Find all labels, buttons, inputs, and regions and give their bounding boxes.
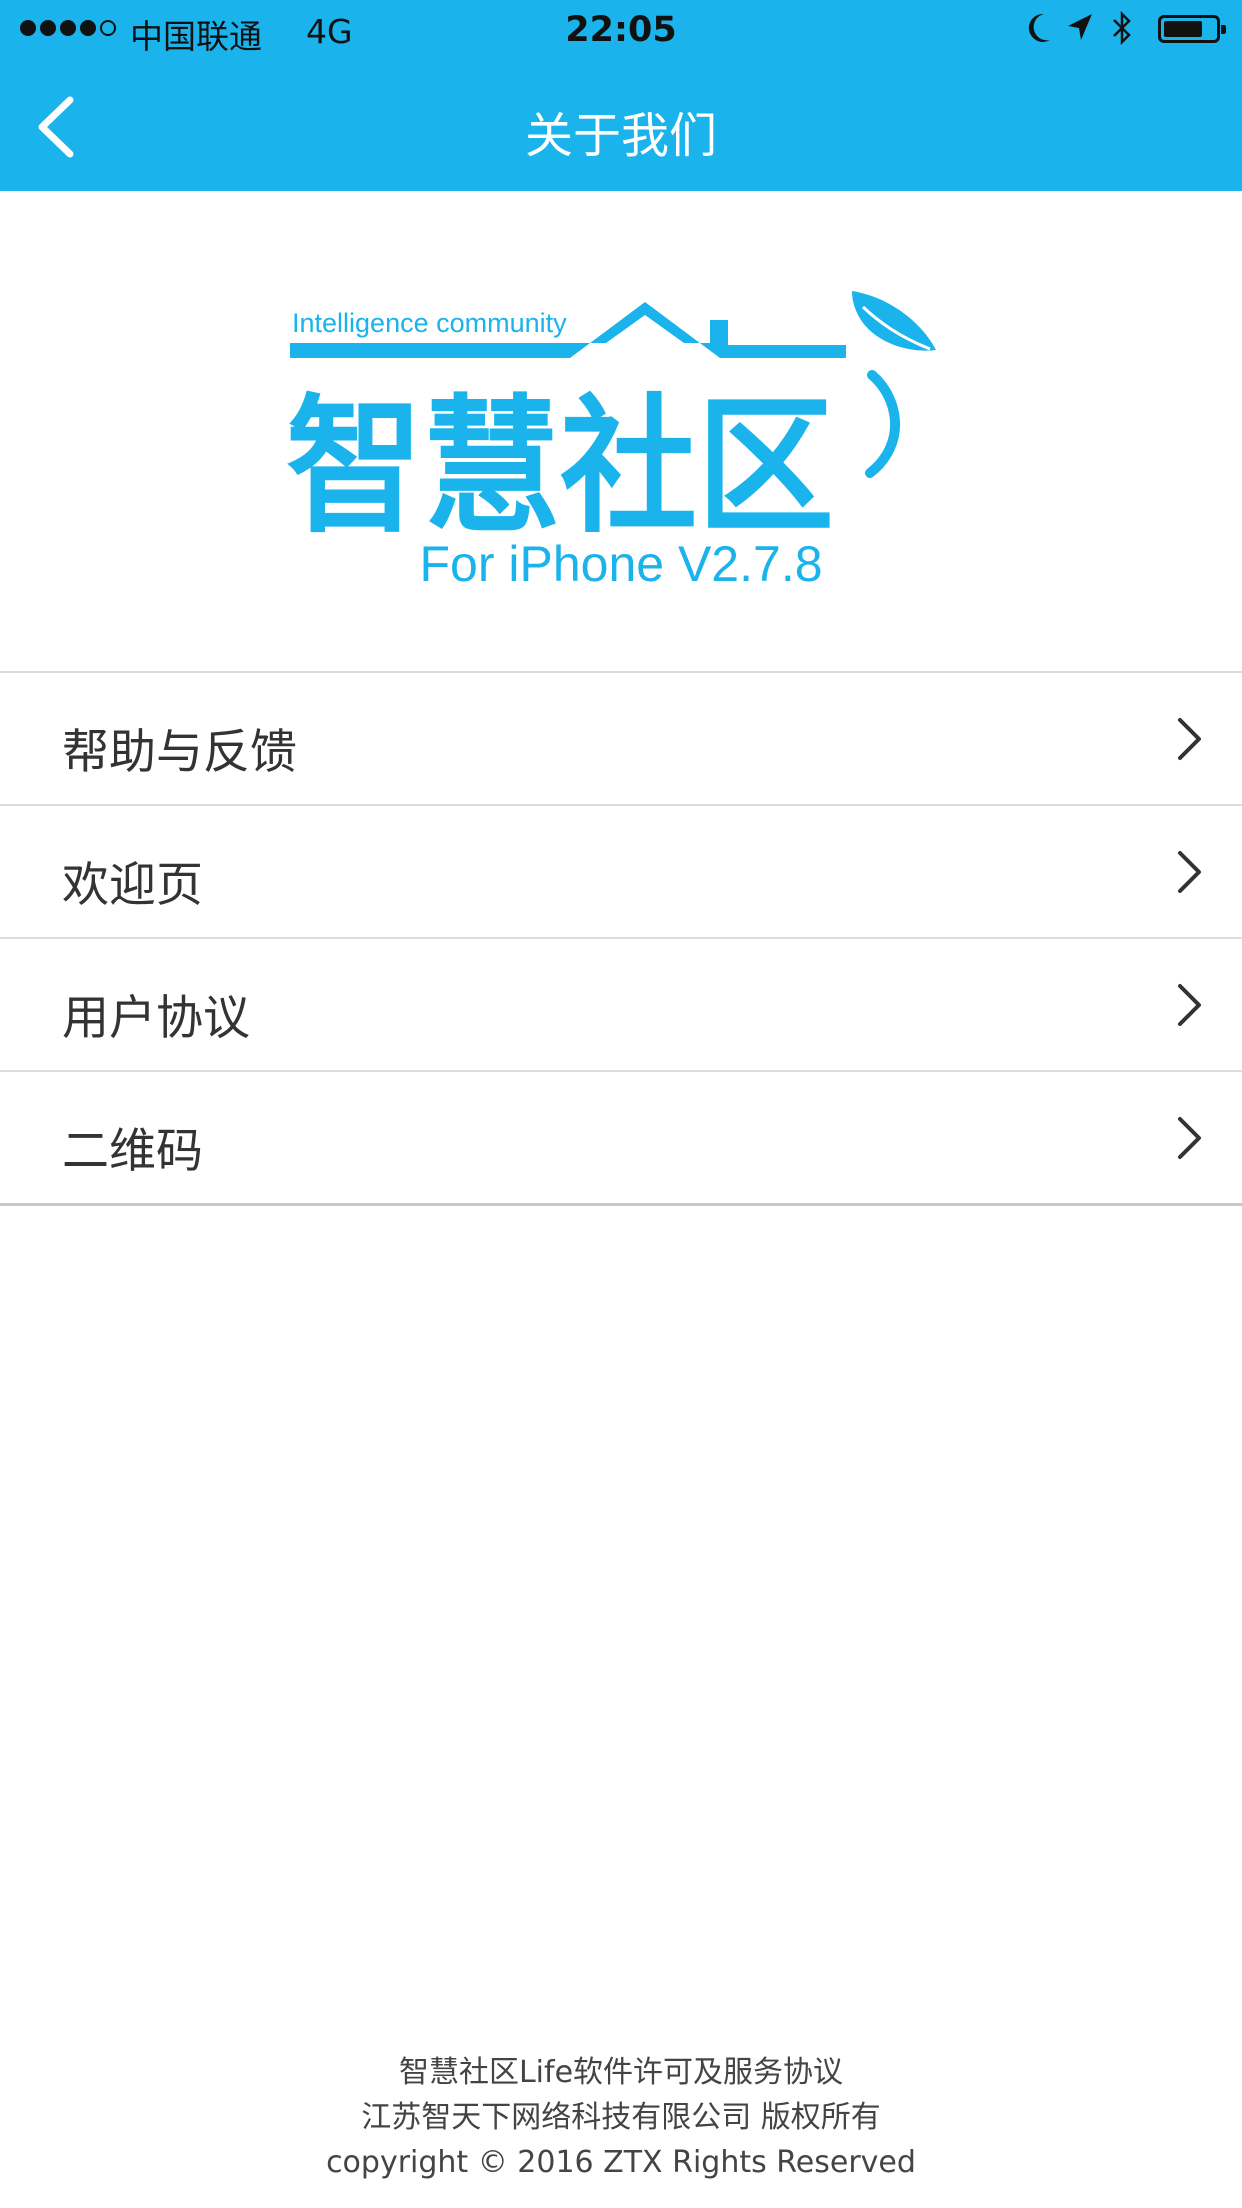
logo-name: 智慧社区 <box>286 381 834 535</box>
app-logo: Intelligence community 智慧社区 <box>286 291 936 535</box>
location-arrow-icon <box>1068 14 1092 40</box>
menu-item-label: 欢迎页 <box>62 858 203 913</box>
page-title: 关于我们 <box>524 108 717 164</box>
menu-item-label: 帮助与反馈 <box>62 725 297 780</box>
menu-item-label: 用户协议 <box>62 991 250 1046</box>
menu-item-qr-code[interactable]: 二维码 <box>0 1072 1242 1206</box>
app-version: For iPhone V2.7.8 <box>419 536 823 592</box>
chevron-right-icon <box>1178 718 1201 760</box>
license-link[interactable]: 智慧社区Life软件许可及服务协议 <box>0 2050 1242 2095</box>
menu-item-help-feedback[interactable]: 帮助与反馈 <box>0 673 1242 806</box>
menu-item-welcome-page[interactable]: 欢迎页 <box>0 806 1242 939</box>
moon-icon <box>1028 13 1050 42</box>
footer: 智慧社区Life软件许可及服务协议 江苏智天下网络科技有限公司 版权所有 cop… <box>0 2050 1242 2185</box>
status-time: 22:05 <box>565 10 677 50</box>
chevron-right-icon <box>1178 851 1201 893</box>
top-bar: 中国联通 4G 22:05 关于我们 <box>0 0 1242 191</box>
status-bar: 中国联通 4G 22:05 <box>0 0 1242 62</box>
chevron-right-icon <box>1178 1117 1201 1159</box>
navigation-bar: 关于我们 <box>0 62 1242 191</box>
copyright-notice: copyright © 2016 ZTX Rights Reserved <box>326 2145 916 2180</box>
menu-item-user-agreement[interactable]: 用户协议 <box>0 939 1242 1072</box>
menu-item-label: 二维码 <box>62 1124 203 1179</box>
chevron-right-icon <box>1178 984 1201 1026</box>
logo-tagline: Intelligence community <box>292 308 567 338</box>
company-copyright: 江苏智天下网络科技有限公司 版权所有 <box>361 2100 881 2135</box>
battery-icon <box>1158 15 1226 43</box>
bluetooth-icon <box>1113 10 1131 46</box>
settings-menu: 帮助与反馈 欢迎页 用户协议 二维码 <box>0 671 1242 1206</box>
